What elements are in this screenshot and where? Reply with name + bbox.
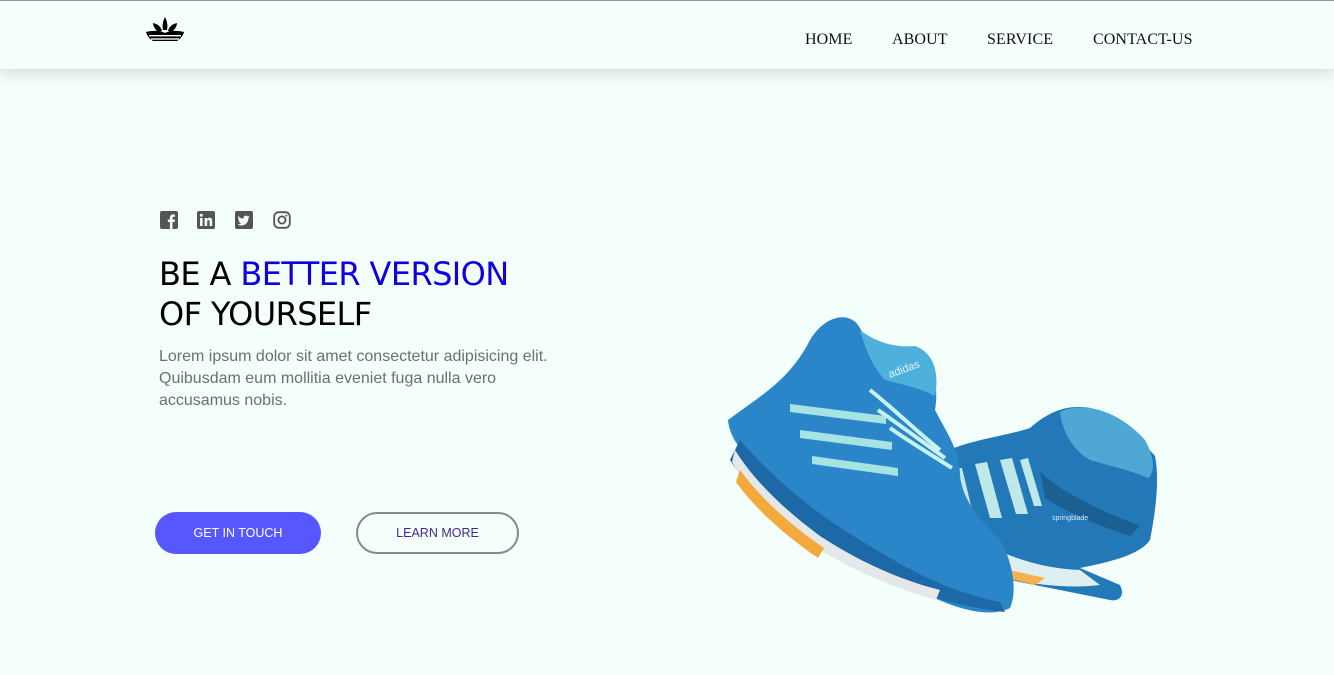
instagram-icon[interactable] <box>273 211 291 229</box>
main-nav: HOME ABOUT SERVICE CONTACT-US <box>0 31 1334 51</box>
nav-service[interactable]: SERVICE <box>987 31 1053 49</box>
hero-description: Lorem ipsum dolor sit amet consectetur a… <box>159 348 548 409</box>
get-in-touch-button[interactable]: GET IN TOUCH <box>155 512 321 554</box>
hero-title: BE A BETTER VERSION OF YOURSELF <box>159 254 579 334</box>
hero-title-part1: BE A <box>159 255 241 293</box>
site-header: HOME ABOUT SERVICE CONTACT-US <box>0 1 1334 69</box>
shoe-brand-text: springblade <box>1052 515 1088 522</box>
hero-title-part2: OF YOURSELF <box>159 295 372 333</box>
twitter-icon[interactable] <box>235 211 253 229</box>
nav-about[interactable]: ABOUT <box>892 31 948 49</box>
nav-contact-us[interactable]: CONTACT-US <box>1093 31 1193 49</box>
learn-more-button[interactable]: LEARN MORE <box>356 512 519 554</box>
nav-home[interactable]: HOME <box>805 31 853 49</box>
facebook-icon[interactable] <box>160 211 178 229</box>
linkedin-icon[interactable] <box>197 211 215 229</box>
hero-title-accent: BETTER VERSION <box>240 255 509 293</box>
sneakers-image: springblade adidas <box>728 317 1158 613</box>
